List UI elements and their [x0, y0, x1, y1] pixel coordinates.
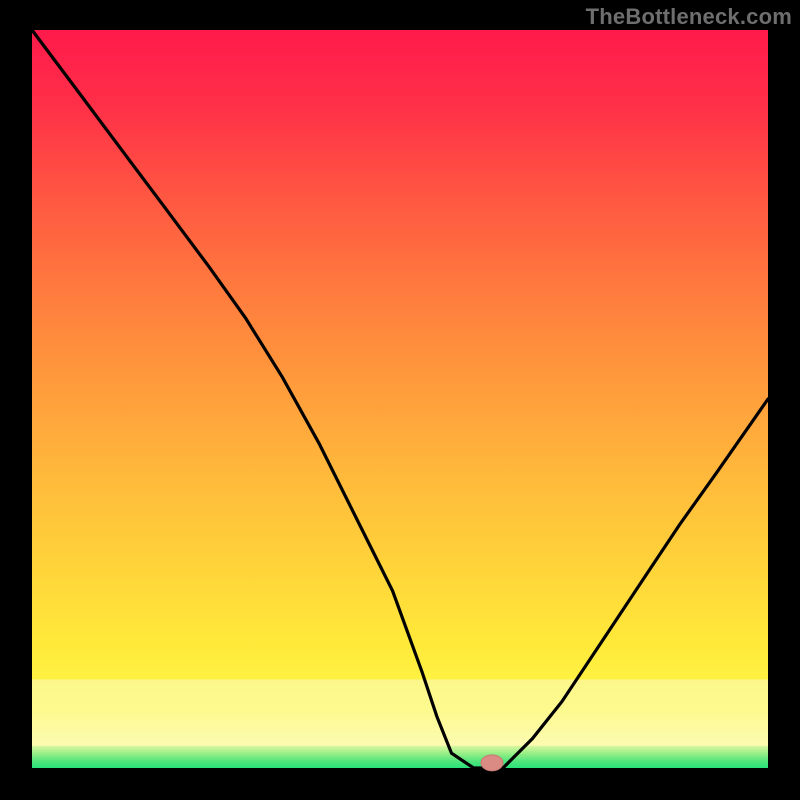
- plot-area: [32, 30, 768, 771]
- pale-band: [32, 679, 768, 745]
- watermark-text: TheBottleneck.com: [586, 4, 792, 30]
- bottleneck-chart: [0, 0, 800, 800]
- plot-background: [32, 30, 768, 768]
- green-band: [32, 746, 768, 768]
- chart-container: TheBottleneck.com: [0, 0, 800, 800]
- optimum-marker: [481, 755, 503, 771]
